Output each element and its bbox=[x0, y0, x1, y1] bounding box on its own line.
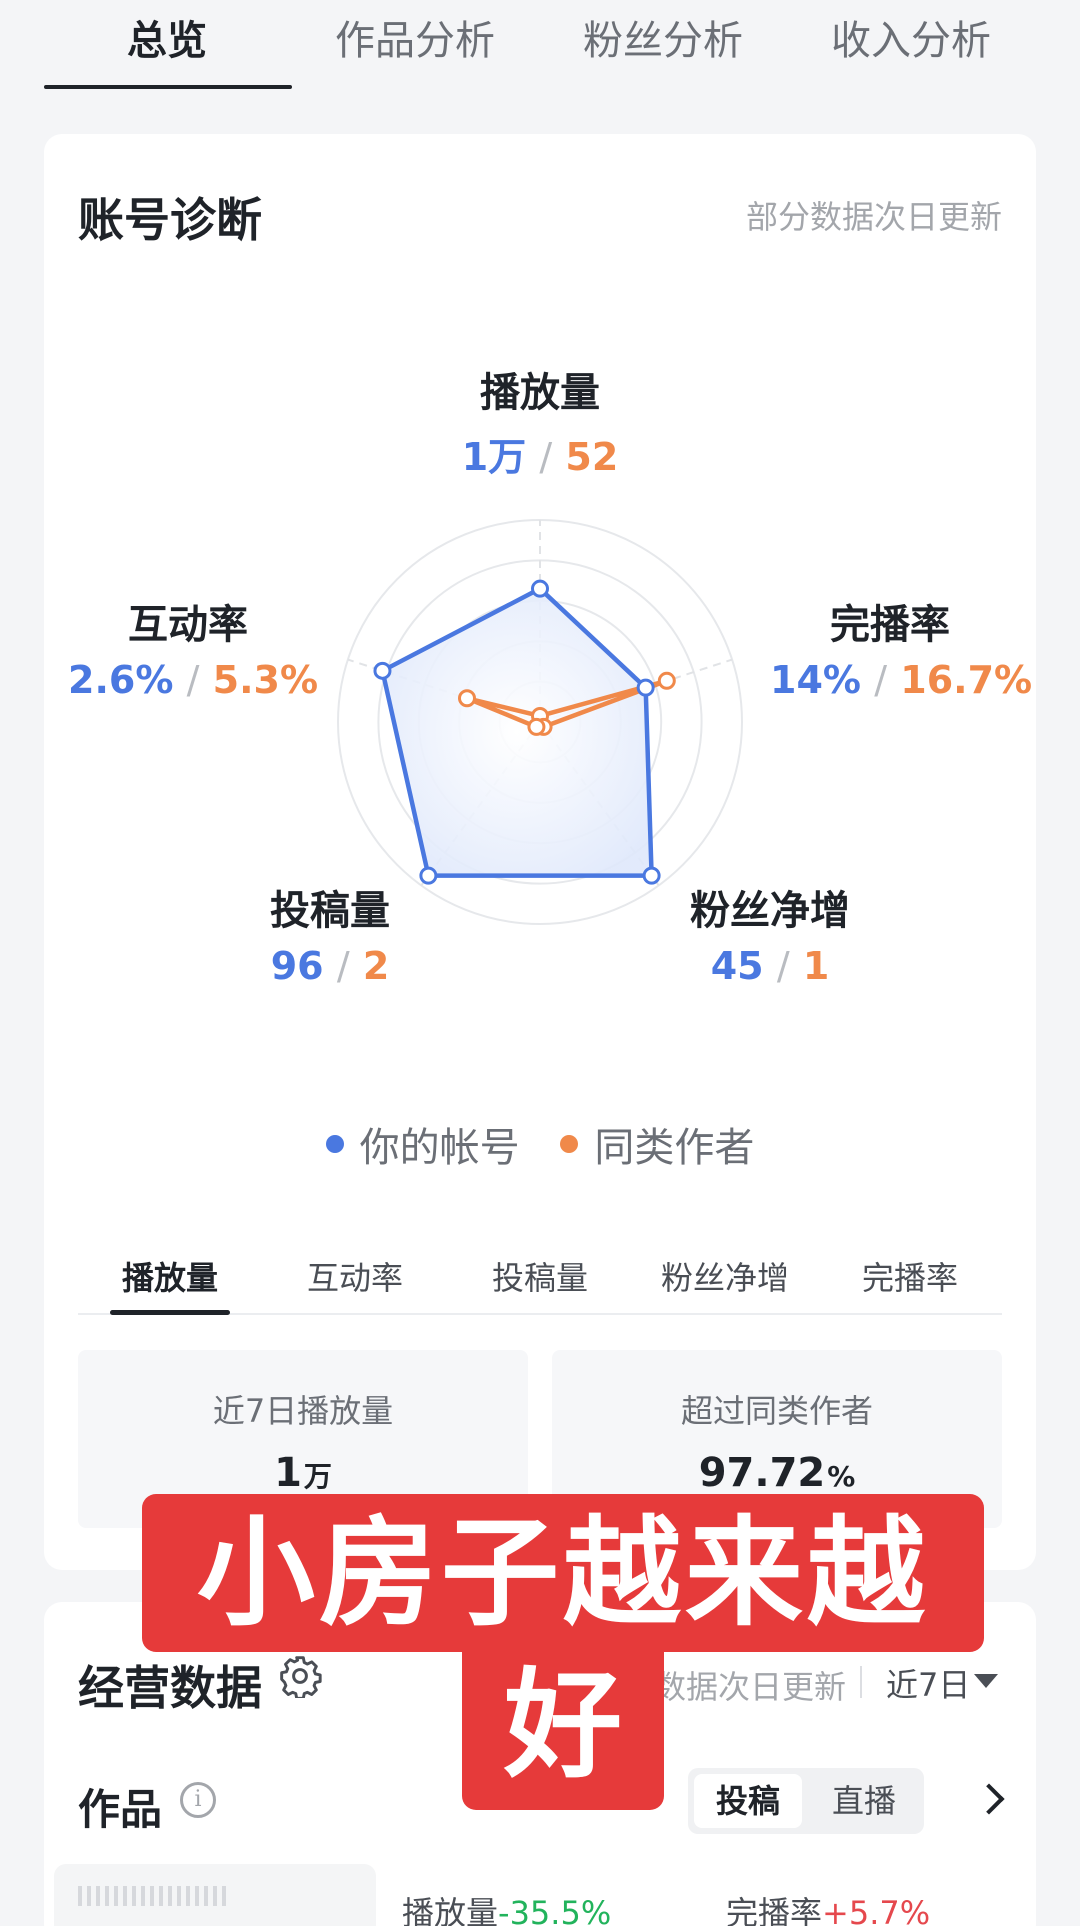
axis-name: 播放量 bbox=[480, 370, 600, 416]
radar-label-plays: 播放量 1万 / 52 bbox=[440, 360, 640, 481]
trend-plays: 播放量-35.5% bbox=[402, 1888, 611, 1926]
top-tab-bar: 总览 作品分析 粉丝分析 收入分析 bbox=[0, 0, 1080, 96]
peer-value: 5.3% bbox=[212, 658, 319, 702]
stat-label: 超过同类作者 bbox=[680, 1392, 873, 1430]
update-note: 部分数据次日更新 bbox=[745, 198, 1002, 236]
metric-tab-interaction[interactable]: 互动率 bbox=[263, 1253, 447, 1299]
legend-item-yours: 你的帐号 bbox=[325, 1115, 520, 1173]
peer-value: 16.7% bbox=[900, 658, 1033, 702]
stat-unit: % bbox=[827, 1460, 856, 1493]
axis-name: 投稿量 bbox=[270, 888, 390, 934]
card-title: 经营数据 bbox=[78, 1661, 262, 1715]
axis-name: 粉丝净增 bbox=[690, 888, 850, 934]
your-value: 45 bbox=[710, 944, 764, 988]
metric-tab-bar: 播放量 互动率 投稿量 粉丝净增 完播率 bbox=[78, 1243, 1002, 1315]
trend-completion: 完播率+5.7% bbox=[726, 1888, 930, 1926]
stat-unit: 万 bbox=[303, 1460, 332, 1493]
works-segment-control: 投稿 直播 bbox=[688, 1768, 924, 1834]
trend-label: 完播率 bbox=[726, 1894, 823, 1926]
chevron-right-icon[interactable] bbox=[973, 1783, 1005, 1815]
tab-income-analysis[interactable]: 收入分析 bbox=[786, 8, 1036, 66]
radar-label-completion: 完播率 14% / 16.7% bbox=[770, 592, 1032, 702]
works-section-title: 作品 bbox=[78, 1785, 163, 1834]
peer-value: 1 bbox=[802, 944, 830, 988]
stat-value: 97.72 bbox=[698, 1450, 826, 1496]
info-icon[interactable]: i bbox=[180, 1782, 216, 1818]
peer-value: 52 bbox=[565, 435, 619, 479]
metric-tab-fan-growth[interactable]: 粉丝净增 bbox=[633, 1253, 817, 1299]
chart-legend: 你的帐号 同类作者 bbox=[0, 1115, 1080, 1173]
legend-label: 同类作者 bbox=[594, 1125, 755, 1171]
metric-tab-submissions[interactable]: 投稿量 bbox=[448, 1253, 632, 1299]
gear-icon[interactable] bbox=[278, 1654, 322, 1698]
segment-submissions[interactable]: 投稿 bbox=[694, 1774, 802, 1828]
trend-label: 播放量 bbox=[402, 1894, 499, 1926]
caption-line-1: 小房子越来越 bbox=[196, 1504, 929, 1642]
tab-works-analysis[interactable]: 作品分析 bbox=[290, 8, 540, 66]
value-separator: / bbox=[776, 944, 790, 988]
legend-item-peers: 同类作者 bbox=[560, 1115, 754, 1173]
legend-label: 你的帐号 bbox=[359, 1125, 520, 1171]
blue-dot-icon bbox=[325, 1135, 344, 1153]
metric-tab-plays[interactable]: 播放量 bbox=[78, 1253, 262, 1299]
trend-value: +5.7% bbox=[822, 1894, 931, 1926]
stat-value: 1 bbox=[274, 1450, 302, 1496]
trend-value: -35.5% bbox=[498, 1894, 612, 1926]
caption-line-2: 好 bbox=[503, 1656, 622, 1794]
your-value: 96 bbox=[270, 944, 324, 988]
divider bbox=[860, 1666, 862, 1698]
segment-live[interactable]: 直播 bbox=[810, 1774, 918, 1828]
radar-label-interaction: 互动率 2.6% / 5.3% bbox=[68, 592, 318, 702]
orange-dot-icon bbox=[560, 1135, 579, 1153]
radar-label-fan-growth: 粉丝净增 45 / 1 bbox=[670, 878, 870, 988]
work-thumbnail[interactable] bbox=[54, 1864, 376, 1926]
tab-fans-analysis[interactable]: 粉丝分析 bbox=[538, 8, 788, 66]
axis-name: 完播率 bbox=[830, 602, 950, 648]
thumbnail-caption bbox=[78, 1886, 228, 1906]
active-tab-indicator bbox=[44, 85, 292, 89]
metric-tab-completion[interactable]: 完播率 bbox=[818, 1253, 1002, 1299]
update-note: 数据次日更新 bbox=[654, 1668, 847, 1706]
your-value: 1万 bbox=[461, 435, 527, 479]
tab-overview[interactable]: 总览 bbox=[42, 8, 292, 66]
value-separator: / bbox=[874, 658, 888, 702]
your-value: 2.6% bbox=[68, 658, 174, 702]
card-title: 账号诊断 bbox=[78, 193, 262, 247]
axis-name: 互动率 bbox=[128, 602, 248, 648]
date-range-select[interactable]: 近7日 bbox=[886, 1660, 970, 1706]
your-value: 14% bbox=[770, 658, 861, 702]
peer-value: 2 bbox=[362, 944, 390, 988]
radar-label-submissions: 投稿量 96 / 2 bbox=[230, 878, 430, 988]
caret-down-icon[interactable] bbox=[974, 1674, 998, 1688]
value-separator: / bbox=[539, 435, 553, 479]
active-metric-indicator bbox=[110, 1310, 230, 1315]
value-separator: / bbox=[336, 944, 350, 988]
stat-label: 近7日播放量 bbox=[212, 1392, 394, 1430]
value-separator: / bbox=[186, 658, 200, 702]
